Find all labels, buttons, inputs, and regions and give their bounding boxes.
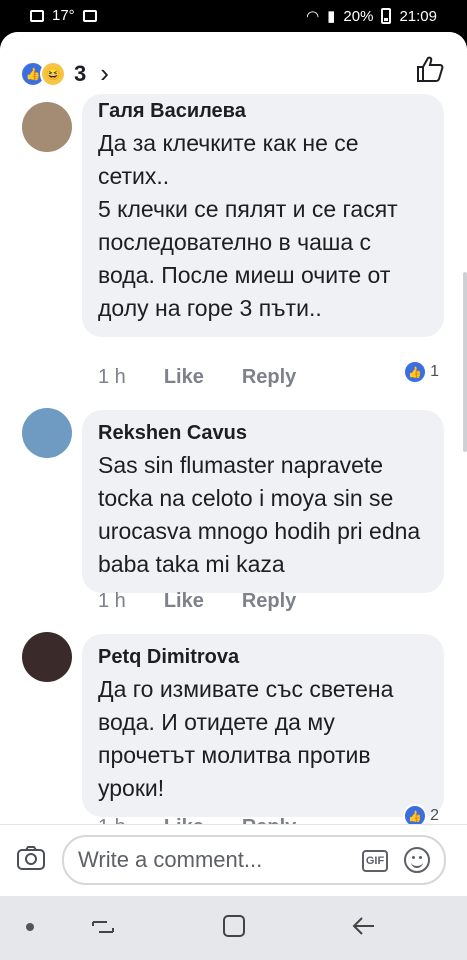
comment-bubble: Галя Василева Да за клечките как не се с… [82, 94, 444, 337]
battery-icon [381, 8, 392, 24]
gif-button[interactable]: GIF [362, 850, 388, 872]
gallery-icon [30, 9, 44, 22]
reactions-summary[interactable]: 👍 😆 3 › [20, 58, 109, 89]
scrollbar[interactable] [463, 272, 467, 452]
comment-time: 1 h [98, 590, 126, 612]
haha-reaction-icon: 😆 [40, 60, 66, 87]
comment-input[interactable]: Write a comment... GIF [62, 835, 446, 885]
comment-author[interactable]: Галя Василева [98, 100, 428, 123]
chevron-right-icon: › [100, 58, 109, 88]
reaction-count: 1 [430, 363, 439, 380]
comment-time: 1 h [98, 366, 126, 388]
reply-button[interactable]: Reply [242, 590, 296, 613]
recent-apps-icon[interactable] [90, 914, 116, 940]
comment-text: Да го измивате със светена вода. И отиде… [98, 676, 394, 801]
temperature-text: 17° [52, 7, 75, 24]
comment-bubble: Petq Dimitrova Да го измивате със светен… [82, 634, 444, 817]
like-button[interactable]: Like [164, 590, 204, 613]
reply-button[interactable]: Reply [242, 366, 296, 389]
avatar[interactable] [22, 102, 72, 152]
reaction-count: 2 [430, 807, 439, 824]
comments-sheet: 👍 😆 3 › Галя Василева Да за клечките как… [0, 32, 467, 896]
comment-actions: 1 h Like Reply [98, 590, 296, 613]
avatar[interactable] [22, 632, 72, 682]
notification-icon [82, 9, 97, 22]
system-nav-bar [0, 896, 467, 960]
comment-bubble: Rekshen Cavus Sas sin flumaster napravet… [82, 410, 444, 593]
reaction-count: 3 [74, 60, 87, 86]
signal-icon: ▮ [327, 8, 336, 25]
comment-author[interactable]: Petq Dimitrova [98, 646, 428, 669]
like-thumb-icon[interactable] [415, 54, 445, 84]
emoji-icon[interactable] [404, 847, 430, 873]
like-button[interactable]: Like [164, 366, 204, 389]
wifi-icon: ◠ [306, 8, 320, 25]
clock-text: 21:09 [399, 7, 437, 25]
comment-text: Да за клечките как не се сетих.. 5 клечк… [98, 130, 398, 321]
comment-actions: 1 h Like Reply [98, 366, 296, 389]
comment-author[interactable]: Rekshen Cavus [98, 422, 428, 445]
camera-icon[interactable] [16, 845, 46, 871]
battery-text: 20% [343, 7, 374, 25]
like-reaction-icon: 👍 [403, 360, 428, 384]
comment-reaction-badge[interactable]: 👍 1 [403, 360, 439, 384]
back-icon[interactable] [350, 914, 376, 938]
home-icon[interactable] [222, 914, 246, 938]
comment-input-placeholder: Write a comment... [78, 847, 263, 872]
nav-dot-icon[interactable] [26, 923, 34, 931]
comment-composer: Write a comment... GIF [0, 824, 467, 896]
avatar[interactable] [22, 408, 72, 458]
status-bar: 17° ◠ ▮ 20% 21:09 [0, 0, 467, 32]
comment-text: Sas sin flumaster napravete tocka na cel… [98, 452, 421, 577]
